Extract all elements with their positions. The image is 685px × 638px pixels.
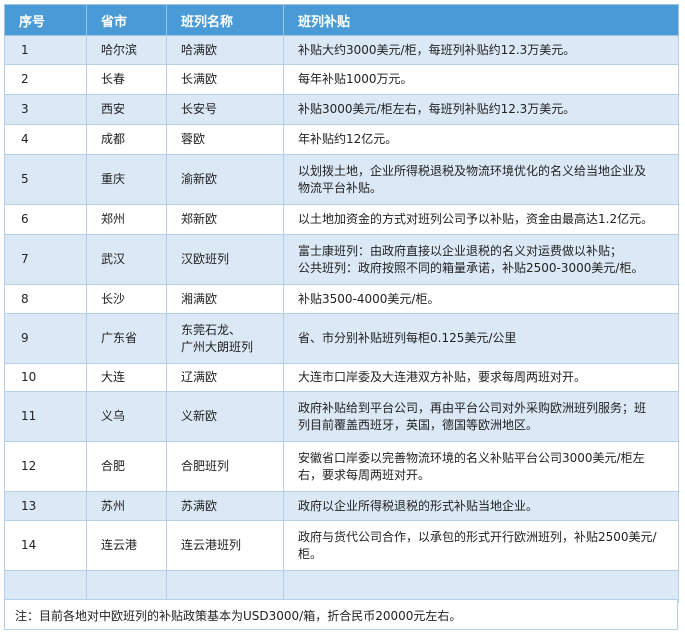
table-row: 7 武汉 汉欧班列 富士康班列：由政府直接以企业退税的名义对运费做以补贴； 公共… <box>4 234 679 285</box>
cell-city: 大连 <box>86 363 167 392</box>
cell-subsidy: 每年补贴1000万元。 <box>283 64 679 95</box>
cell-city: 重庆 <box>86 154 167 205</box>
cell-train: 连云港班列 <box>166 520 284 571</box>
cell-train: 苏满欧 <box>166 491 284 521</box>
header-no: 序号 <box>4 4 87 36</box>
cell-city: 长沙 <box>86 284 167 314</box>
table-row: 8 长沙 湘满欧 补贴3500-4000美元/柜。 <box>4 284 679 314</box>
cell-subsidy: 安徽省口岸委以完善物流环境的名义补贴平台公司3000美元/柜左 右，要求每周两班… <box>283 441 679 492</box>
cell-train: 蓉欧 <box>166 124 284 155</box>
cell-no: 8 <box>4 284 87 314</box>
cell-train: 义新欧 <box>166 391 284 442</box>
cell-no: 6 <box>4 204 87 235</box>
cell-subsidy: 补贴3000美元/柜左右，每班列补贴约12.3万美元。 <box>283 94 679 125</box>
cell-city: 合肥 <box>86 441 167 492</box>
cell-train: 合肥班列 <box>166 441 284 492</box>
cell-train: 汉欧班列 <box>166 234 284 285</box>
cell-city: 郑州 <box>86 204 167 235</box>
cell-city: 连云港 <box>86 520 167 571</box>
cell-subsidy: 政府补贴给到平台公司，再由平台公司对外采购欧洲班列服务；班 列目前覆盖西班牙，英… <box>283 391 679 442</box>
table-row: 2 长春 长满欧 每年补贴1000万元。 <box>4 64 679 95</box>
footnote: 注：目前各地对中欧班列的补贴政策基本为USD3000/箱，折合民币20000元左… <box>4 599 678 630</box>
table-row: 12 合肥 合肥班列 安徽省口岸委以完善物流环境的名义补贴平台公司3000美元/… <box>4 441 679 492</box>
table-row: 14 连云港 连云港班列 政府与货代公司合作，以承包的形式开行欧洲班列，补贴25… <box>4 520 679 571</box>
cell-no: 14 <box>4 520 87 571</box>
table-row: 11 义乌 义新欧 政府补贴给到平台公司，再由平台公司对外采购欧洲班列服务；班 … <box>4 391 679 442</box>
table-row: 13 苏州 苏满欧 政府以企业所得税退税的形式补贴当地企业。 <box>4 491 679 521</box>
cell-subsidy: 补贴3500-4000美元/柜。 <box>283 284 679 314</box>
cell-subsidy: 大连市口岸委及大连港双方补贴，要求每周两班对开。 <box>283 363 679 392</box>
cell-no: 10 <box>4 363 87 392</box>
cell-city: 哈尔滨 <box>86 35 167 65</box>
header-subsidy: 班列补贴 <box>283 4 679 36</box>
cell-train: 郑新欧 <box>166 204 284 235</box>
cell-subsidy: 以土地加资金的方式对班列公司予以补贴，资金由最高达1.2亿元。 <box>283 204 679 235</box>
header-train-name: 班列名称 <box>166 4 284 36</box>
table-row: 9 广东省 东莞石龙、 广州大朗班列 省、市分别补贴班列每柜0.125美元/公里 <box>4 313 679 364</box>
subsidy-table: 序号 省市 班列名称 班列补贴 1 哈尔滨 哈满欧 补贴大约3000美元/柜，每… <box>4 4 679 603</box>
cell-train: 渝新欧 <box>166 154 284 205</box>
cell-no: 1 <box>4 35 87 65</box>
cell-subsidy: 年补贴约12亿元。 <box>283 124 679 155</box>
cell-train: 哈满欧 <box>166 35 284 65</box>
cell-city: 成都 <box>86 124 167 155</box>
cell-city: 西安 <box>86 94 167 125</box>
cell-train: 长满欧 <box>166 64 284 95</box>
table-row: 4 成都 蓉欧 年补贴约12亿元。 <box>4 124 679 155</box>
table-row: 5 重庆 渝新欧 以划拨土地，企业所得税退税及物流环境优化的名义给当地企业及 物… <box>4 154 679 205</box>
cell-subsidy: 政府与货代公司合作，以承包的形式开行欧洲班列，补贴2500美元/ 柜。 <box>283 520 679 571</box>
empty-cell <box>4 570 87 603</box>
cell-train: 辽满欧 <box>166 363 284 392</box>
cell-no: 12 <box>4 441 87 492</box>
cell-no: 5 <box>4 154 87 205</box>
table-row: 6 郑州 郑新欧 以土地加资金的方式对班列公司予以补贴，资金由最高达1.2亿元。 <box>4 204 679 235</box>
table-row: 3 西安 长安号 补贴3000美元/柜左右，每班列补贴约12.3万美元。 <box>4 94 679 125</box>
empty-row <box>4 570 679 603</box>
cell-city: 武汉 <box>86 234 167 285</box>
cell-no: 3 <box>4 94 87 125</box>
cell-city: 苏州 <box>86 491 167 521</box>
empty-cell <box>283 570 679 603</box>
cell-no: 9 <box>4 313 87 364</box>
empty-cell <box>86 570 167 603</box>
cell-no: 7 <box>4 234 87 285</box>
cell-city: 长春 <box>86 64 167 95</box>
cell-no: 11 <box>4 391 87 442</box>
header-city: 省市 <box>86 4 167 36</box>
cell-no: 4 <box>4 124 87 155</box>
cell-train: 湘满欧 <box>166 284 284 314</box>
cell-no: 13 <box>4 491 87 521</box>
cell-train: 长安号 <box>166 94 284 125</box>
cell-city: 广东省 <box>86 313 167 364</box>
cell-subsidy: 省、市分别补贴班列每柜0.125美元/公里 <box>283 313 679 364</box>
cell-subsidy: 政府以企业所得税退税的形式补贴当地企业。 <box>283 491 679 521</box>
table-header-row: 序号 省市 班列名称 班列补贴 <box>4 4 679 36</box>
cell-subsidy: 富士康班列：由政府直接以企业退税的名义对运费做以补贴； 公共班列：政府按照不同的… <box>283 234 679 285</box>
table-row: 1 哈尔滨 哈满欧 补贴大约3000美元/柜，每班列补贴约12.3万美元。 <box>4 35 679 65</box>
cell-no: 2 <box>4 64 87 95</box>
cell-subsidy: 补贴大约3000美元/柜，每班列补贴约12.3万美元。 <box>283 35 679 65</box>
table-row: 10 大连 辽满欧 大连市口岸委及大连港双方补贴，要求每周两班对开。 <box>4 363 679 392</box>
cell-train: 东莞石龙、 广州大朗班列 <box>166 313 284 364</box>
cell-city: 义乌 <box>86 391 167 442</box>
cell-subsidy: 以划拨土地，企业所得税退税及物流环境优化的名义给当地企业及 物流平台补贴。 <box>283 154 679 205</box>
empty-cell <box>166 570 284 603</box>
